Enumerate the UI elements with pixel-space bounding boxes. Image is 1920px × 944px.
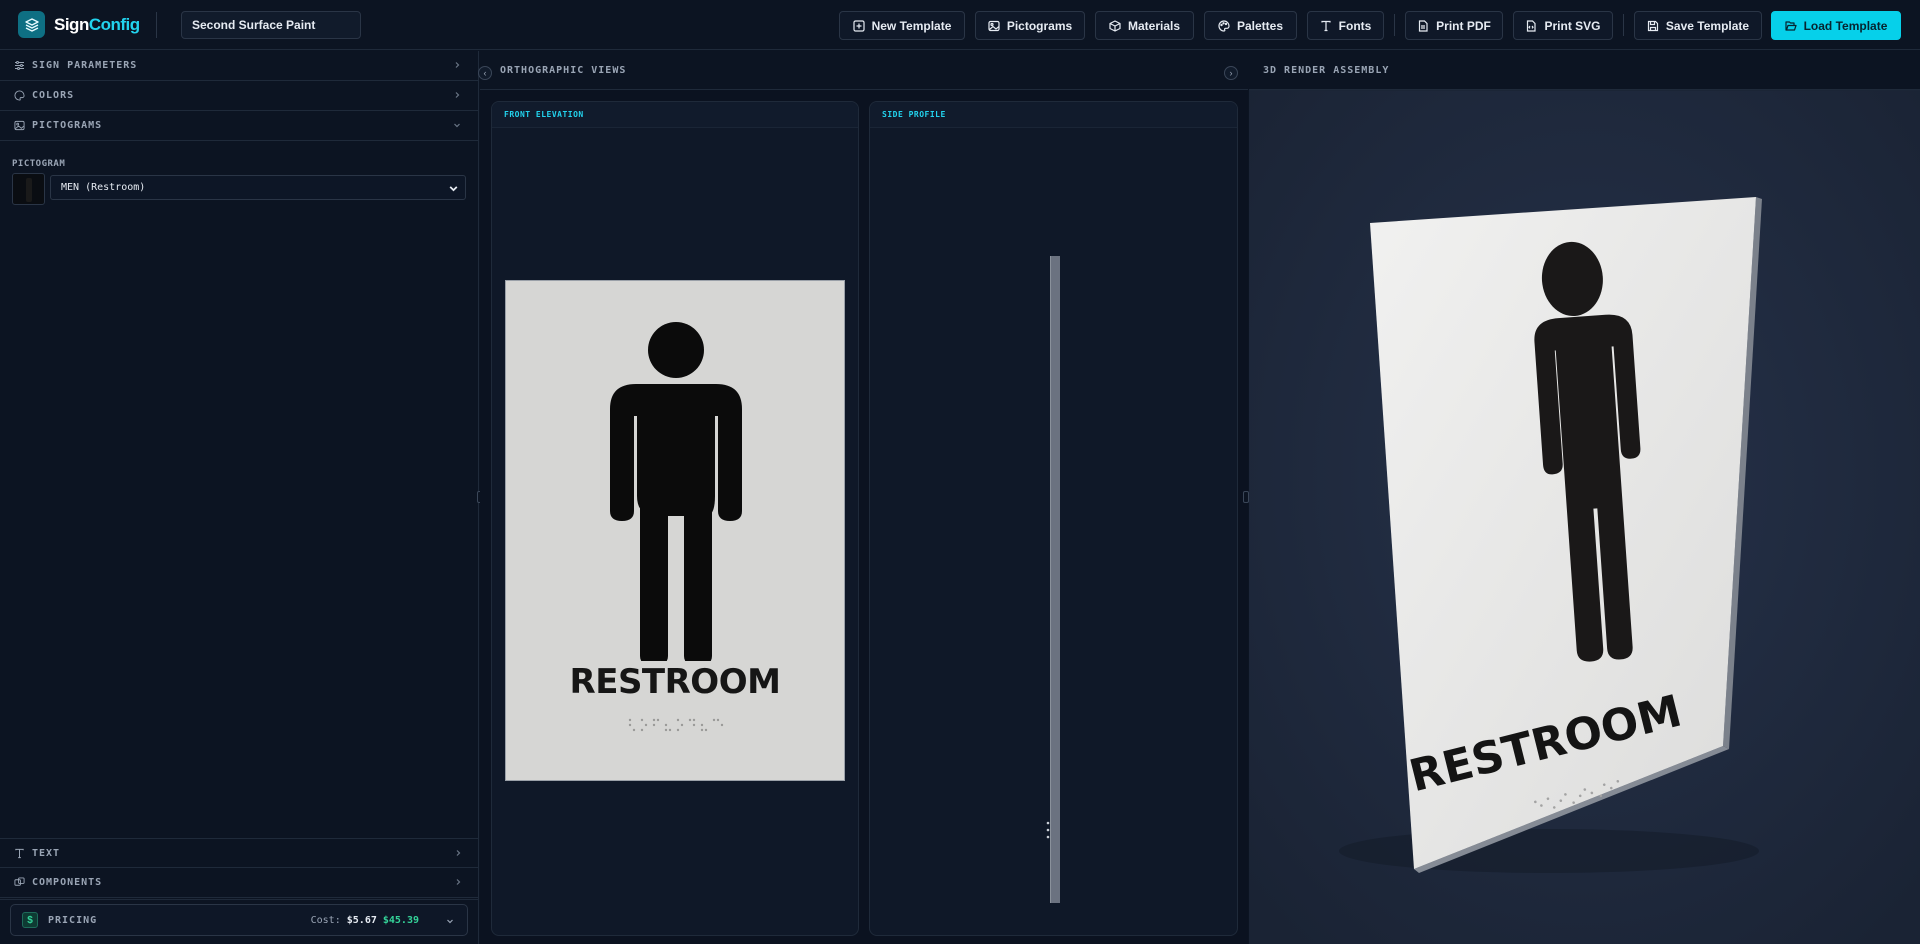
sliders-icon [14, 60, 25, 71]
3d-viewport[interactable]: RESTROOM [1249, 91, 1920, 944]
image-icon [14, 120, 25, 131]
file-text-icon [1419, 19, 1428, 32]
chevron-down-icon [447, 919, 453, 924]
plus-square-icon [852, 19, 865, 32]
print-svg-label: Print SVG [1544, 18, 1601, 33]
image-icon [988, 20, 1000, 31]
chevron-down-icon [449, 186, 458, 192]
divider [0, 899, 479, 900]
sign-side-edge [1050, 256, 1060, 903]
man-pictogram-icon [26, 178, 32, 202]
section-label: SIGN PARAMETERS [32, 60, 138, 71]
section-label: COMPONENTS [32, 877, 103, 888]
palettes-button[interactable]: Palettes [1204, 11, 1297, 40]
cost-label: Cost: [310, 914, 341, 926]
orthographic-views-panel: ORTHOGRAPHIC VIEWS ‹ › FRONT ELEVATION R… [478, 51, 1248, 944]
new-template-button[interactable]: New Template [839, 11, 965, 40]
palette-icon [1218, 19, 1230, 32]
palette-icon [14, 90, 25, 101]
panel-title: 3D RENDER ASSEMBLY [1249, 51, 1920, 90]
component-icon [14, 877, 25, 888]
pictograms-label: Pictograms [1006, 18, 1073, 33]
section-label: PICTOGRAMS [32, 120, 103, 131]
braille-profile-dots [1046, 821, 1050, 839]
save-template-label: Save Template [1665, 18, 1750, 33]
pictogram-select-value: MEN (Restroom) [61, 182, 146, 193]
brand-name: SignConfig [54, 15, 140, 35]
pictograms-button[interactable]: Pictograms [975, 11, 1085, 40]
pictogram-thumbnail [12, 173, 45, 205]
section-text[interactable]: TEXT [0, 838, 479, 868]
new-template-label: New Template [871, 18, 952, 33]
man-pictogram-icon [610, 322, 742, 661]
toolbar-divider [1394, 14, 1395, 36]
price-value: $45.39 [382, 914, 419, 926]
template-name-input[interactable] [181, 11, 361, 39]
pricing-label: PRICING [48, 914, 98, 926]
collapse-left-button[interactable]: ‹ [478, 66, 492, 80]
cost-value: $5.67 [346, 914, 377, 926]
section-label: TEXT [32, 847, 61, 859]
braille-dots [628, 718, 724, 732]
left-sidebar: SIGN PARAMETERS COLORS PICTOGRAMS PICTOG… [0, 51, 479, 944]
materials-button[interactable]: Materials [1095, 11, 1194, 40]
pricing-bar[interactable]: $ PRICING Cost: $5.67 $45.39 [10, 904, 468, 936]
print-pdf-label: Print PDF [1436, 18, 1491, 33]
box-icon [1109, 19, 1121, 32]
dollar-icon: $ [22, 912, 38, 928]
card-title: SIDE PROFILE [870, 102, 1237, 128]
chevron-left-icon: ‹ [483, 68, 487, 78]
collapse-right-button[interactable]: › [1224, 66, 1238, 80]
pictogram-field-label: PICTOGRAM [12, 159, 66, 169]
save-template-button[interactable]: Save Template [1634, 11, 1762, 40]
section-pictograms[interactable]: PICTOGRAMS [0, 111, 478, 141]
section-colors[interactable]: COLORS [0, 81, 478, 111]
chevron-right-icon [455, 62, 460, 68]
brand-name-second: Config [88, 14, 140, 34]
save-icon [1647, 20, 1659, 31]
brand-name-first: Sign [54, 14, 89, 34]
chevron-down-icon [454, 123, 460, 128]
divider [156, 12, 157, 38]
type-icon [14, 848, 25, 859]
app-logo[interactable]: SignConfig [18, 11, 140, 38]
pictogram-select[interactable]: MEN (Restroom) [50, 175, 466, 200]
chevron-right-icon [456, 850, 461, 856]
load-template-button[interactable]: Load Template [1771, 11, 1901, 40]
toolbar-divider [1623, 14, 1624, 36]
materials-label: Materials [1127, 18, 1181, 33]
folder-open-icon [1784, 20, 1797, 31]
chevron-right-icon [456, 879, 461, 885]
section-components[interactable]: COMPONENTS [0, 868, 479, 898]
front-elevation-card: FRONT ELEVATION RESTROOM [491, 101, 859, 936]
fonts-button[interactable]: Fonts [1307, 11, 1384, 40]
chevron-right-icon [455, 92, 460, 98]
type-icon [1321, 20, 1331, 31]
card-title: FRONT ELEVATION [492, 102, 858, 128]
sign-text: RESTROOM [569, 662, 781, 702]
top-toolbar: SignConfig New Template Pictograms Mater… [0, 0, 1920, 50]
3d-render-panel: 3D RENDER ASSEMBLY RESTROOM [1249, 51, 1920, 944]
front-sign-plate: RESTROOM [505, 280, 845, 781]
print-pdf-button[interactable]: Print PDF [1405, 11, 1503, 40]
panel-title: ORTHOGRAPHIC VIEWS [480, 51, 1248, 90]
section-label: COLORS [32, 90, 75, 101]
file-code-icon [1527, 19, 1537, 32]
load-template-label: Load Template [1803, 18, 1888, 33]
print-svg-button[interactable]: Print SVG [1513, 11, 1613, 40]
side-profile-card: SIDE PROFILE [869, 101, 1238, 936]
fonts-label: Fonts [1338, 18, 1372, 33]
layers-logo-icon [18, 11, 45, 38]
palettes-label: Palettes [1236, 18, 1284, 33]
bottom-sections: TEXT COMPONENTS [0, 838, 479, 898]
cost-summary: Cost: $5.67 $45.39 [311, 915, 419, 926]
chevron-right-icon: › [1229, 68, 1233, 78]
section-sign-parameters[interactable]: SIGN PARAMETERS [0, 51, 478, 81]
